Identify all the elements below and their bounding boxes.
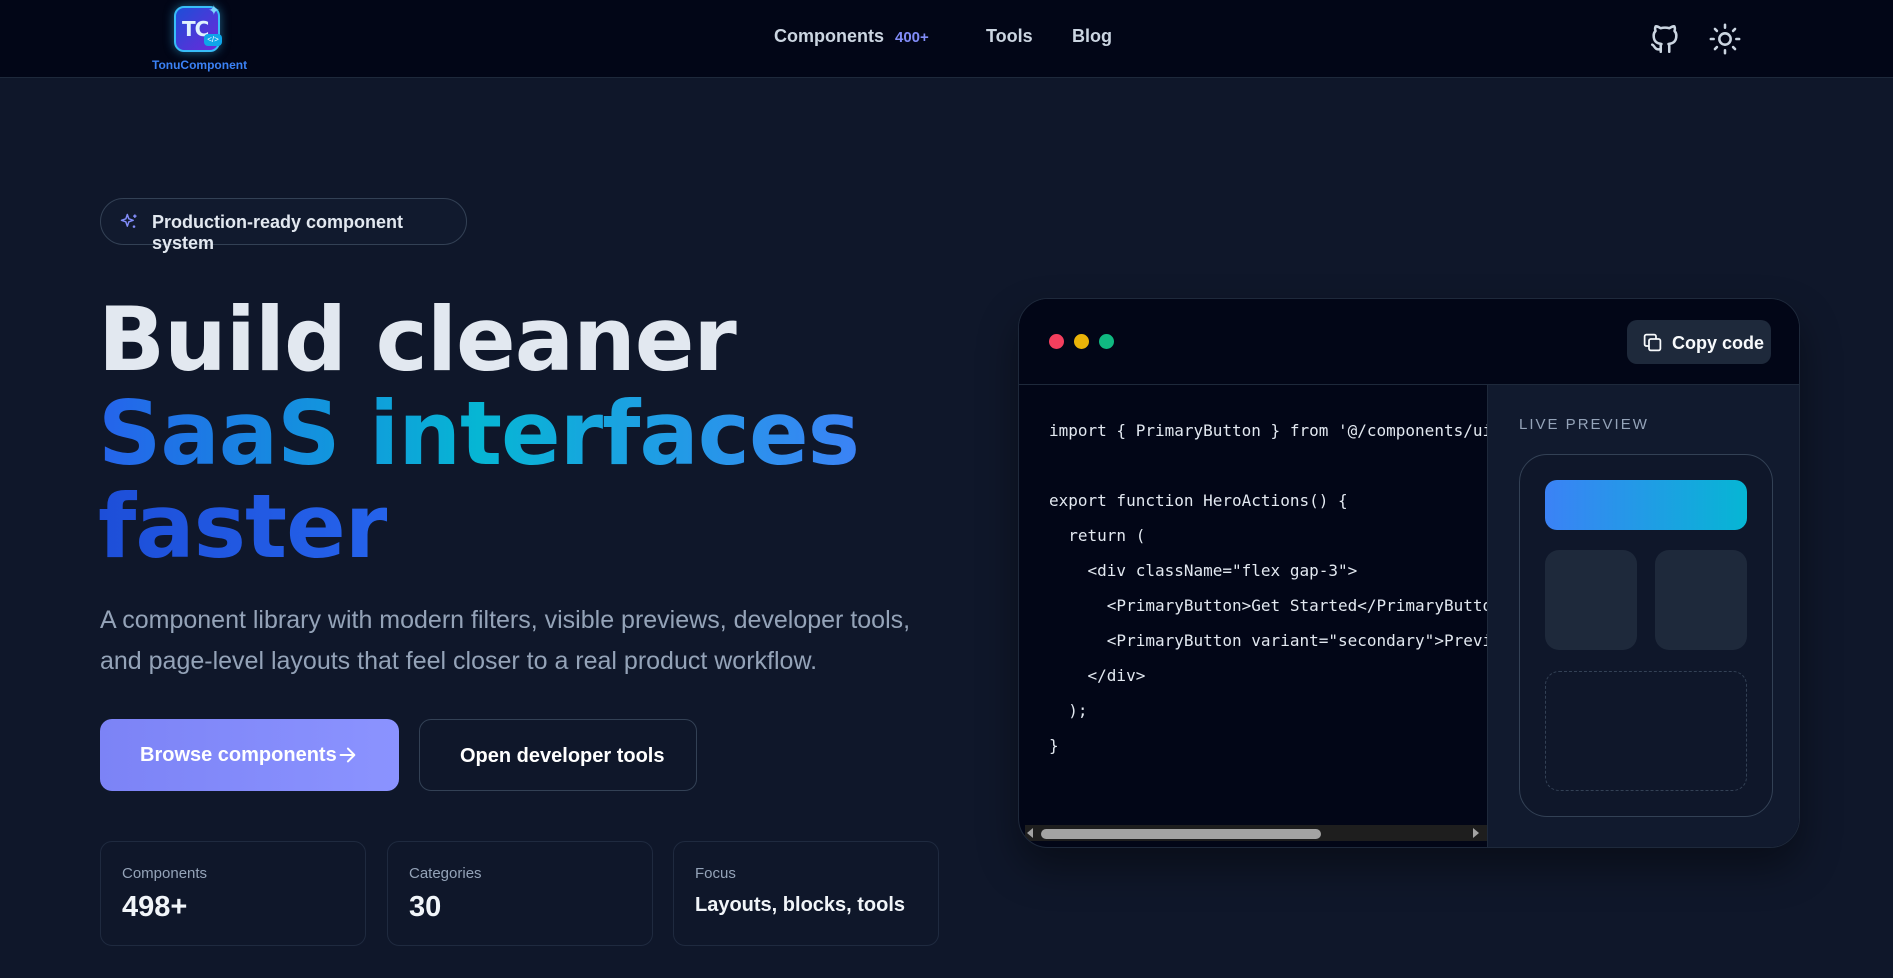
- stat-label: Categories: [409, 865, 482, 882]
- announcement-pill: Production-ready component system: [100, 198, 467, 253]
- window-header: Copy code: [1019, 299, 1799, 385]
- stat-card-components: Components 498+: [100, 841, 366, 946]
- stat-card-focus: Focus Layouts, blocks, tools: [673, 841, 939, 946]
- open-developer-tools-button[interactable]: Open developer tools: [419, 719, 697, 791]
- code-line: return (: [1049, 526, 1146, 545]
- nav-link-components[interactable]: Components: [774, 26, 884, 47]
- github-button[interactable]: [1648, 22, 1682, 56]
- sparkle-icon: ✦: [208, 2, 220, 18]
- stat-value: 30: [409, 891, 442, 923]
- theme-toggle-button[interactable]: [1708, 22, 1742, 56]
- hero-title-line-3: faster: [98, 475, 388, 578]
- window-dot-yellow: [1074, 334, 1089, 349]
- code-line: export function HeroActions() {: [1049, 491, 1348, 510]
- hero-title-line-1: Build cleaner: [98, 288, 737, 391]
- preview-dashed-area: [1545, 671, 1747, 791]
- nav-link-tools[interactable]: Tools: [986, 26, 1033, 47]
- logo[interactable]: TC </> ✦ TonuComponent: [152, 2, 248, 74]
- stat-card-categories: Categories 30: [387, 841, 653, 946]
- stat-value: Layouts, blocks, tools: [695, 894, 906, 916]
- scrollbar-thumb[interactable]: [1041, 829, 1321, 839]
- logo-text: TonuComponent: [152, 58, 248, 72]
- window-dot-red: [1049, 334, 1064, 349]
- code-line: <PrimaryButton>Get Started</PrimaryButto: [1049, 596, 1487, 615]
- window-dot-green: [1099, 334, 1114, 349]
- code-line: );: [1049, 701, 1088, 720]
- code-line: }: [1049, 736, 1059, 755]
- arrow-right-icon: [339, 747, 356, 763]
- top-nav: TC </> ✦ TonuComponent Components 400+ T…: [0, 0, 1893, 78]
- nav-link-blog[interactable]: Blog: [1072, 26, 1112, 47]
- scroll-left-arrow[interactable]: [1027, 828, 1033, 838]
- components-count-badge: 400+: [895, 29, 929, 46]
- open-developer-tools-label: Open developer tools: [460, 745, 665, 767]
- code-line: </div>: [1049, 666, 1146, 685]
- code-line: import { PrimaryButton } from '@/compone…: [1049, 421, 1487, 440]
- code-icon: </>: [204, 34, 222, 46]
- github-icon: [1650, 25, 1678, 54]
- hero-description: A component library with modern filters,…: [100, 606, 911, 675]
- code-line: <PrimaryButton variant="secondary">Previ: [1049, 631, 1487, 650]
- pill-text: Production-ready component system: [152, 212, 404, 253]
- browse-components-button[interactable]: Browse components: [100, 719, 399, 791]
- sparkles-icon: [120, 213, 137, 228]
- hero-title-line-2: SaaS interfaces: [98, 382, 860, 485]
- live-preview-label: LIVE PREVIEW: [1519, 416, 1649, 433]
- scroll-right-arrow[interactable]: [1473, 828, 1479, 838]
- copy-code-label: Copy code: [1672, 333, 1765, 353]
- browse-components-label: Browse components: [140, 744, 337, 766]
- copy-code-button[interactable]: Copy code: [1627, 320, 1771, 364]
- live-preview-pane: LIVE PREVIEW: [1487, 385, 1799, 847]
- preview-card: [1519, 454, 1773, 817]
- preview-tile: [1655, 550, 1747, 650]
- horizontal-scrollbar[interactable]: [1025, 825, 1487, 841]
- copy-icon: [1643, 333, 1662, 352]
- code-line: <div className="flex gap-3">: [1049, 561, 1358, 580]
- stat-label: Focus: [695, 865, 736, 882]
- preview-tile: [1545, 550, 1637, 650]
- stat-value: 498+: [122, 891, 188, 923]
- sun-icon: [1709, 23, 1741, 55]
- code-block[interactable]: import { PrimaryButton } from '@/compone…: [1019, 385, 1487, 847]
- code-preview-window: Copy code import { PrimaryButton } from …: [1018, 298, 1800, 848]
- preview-primary-bar: [1545, 480, 1747, 530]
- stat-label: Components: [122, 865, 208, 882]
